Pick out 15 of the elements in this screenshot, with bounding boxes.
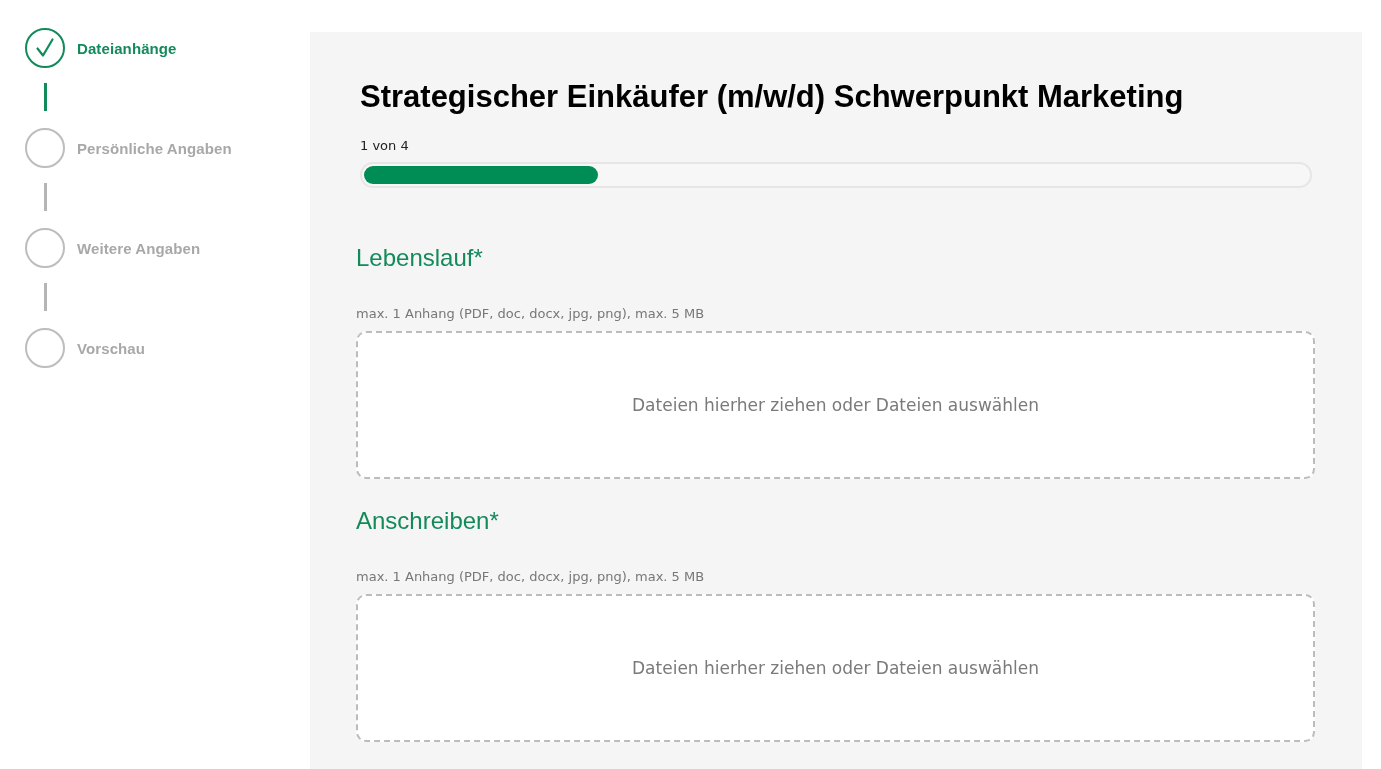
step-connector [44,283,47,311]
job-title: Strategischer Einkäufer (m/w/d) Schwerpunkt Marketing [360,79,1185,115]
upload-hint: max. 1 Anhang (PDF, doc, docx, jpg, png), max. 5 MB [356,305,706,323]
file-dropzone[interactable]: Dateien hierher ziehen oder Dateien auswählen [356,594,1315,742]
upload-hint: max. 1 Anhang (PDF, doc, docx, jpg, png), max. 5 MB [356,568,706,586]
file-dropzone[interactable]: Dateien hierher ziehen oder Dateien auswählen [356,331,1315,479]
step-connector [44,183,47,211]
step-label: Dateianhänge [77,39,177,57]
section-heading: Anschreiben* [356,506,500,536]
step-label: Persönliche Angaben [77,139,232,157]
step-connector [44,83,47,111]
section-heading: Lebenslauf* [356,243,484,273]
progress-label: 1 von 4 [360,137,410,155]
step-label: Vorschau [77,339,146,357]
step-label: Weitere Angaben [77,239,201,257]
